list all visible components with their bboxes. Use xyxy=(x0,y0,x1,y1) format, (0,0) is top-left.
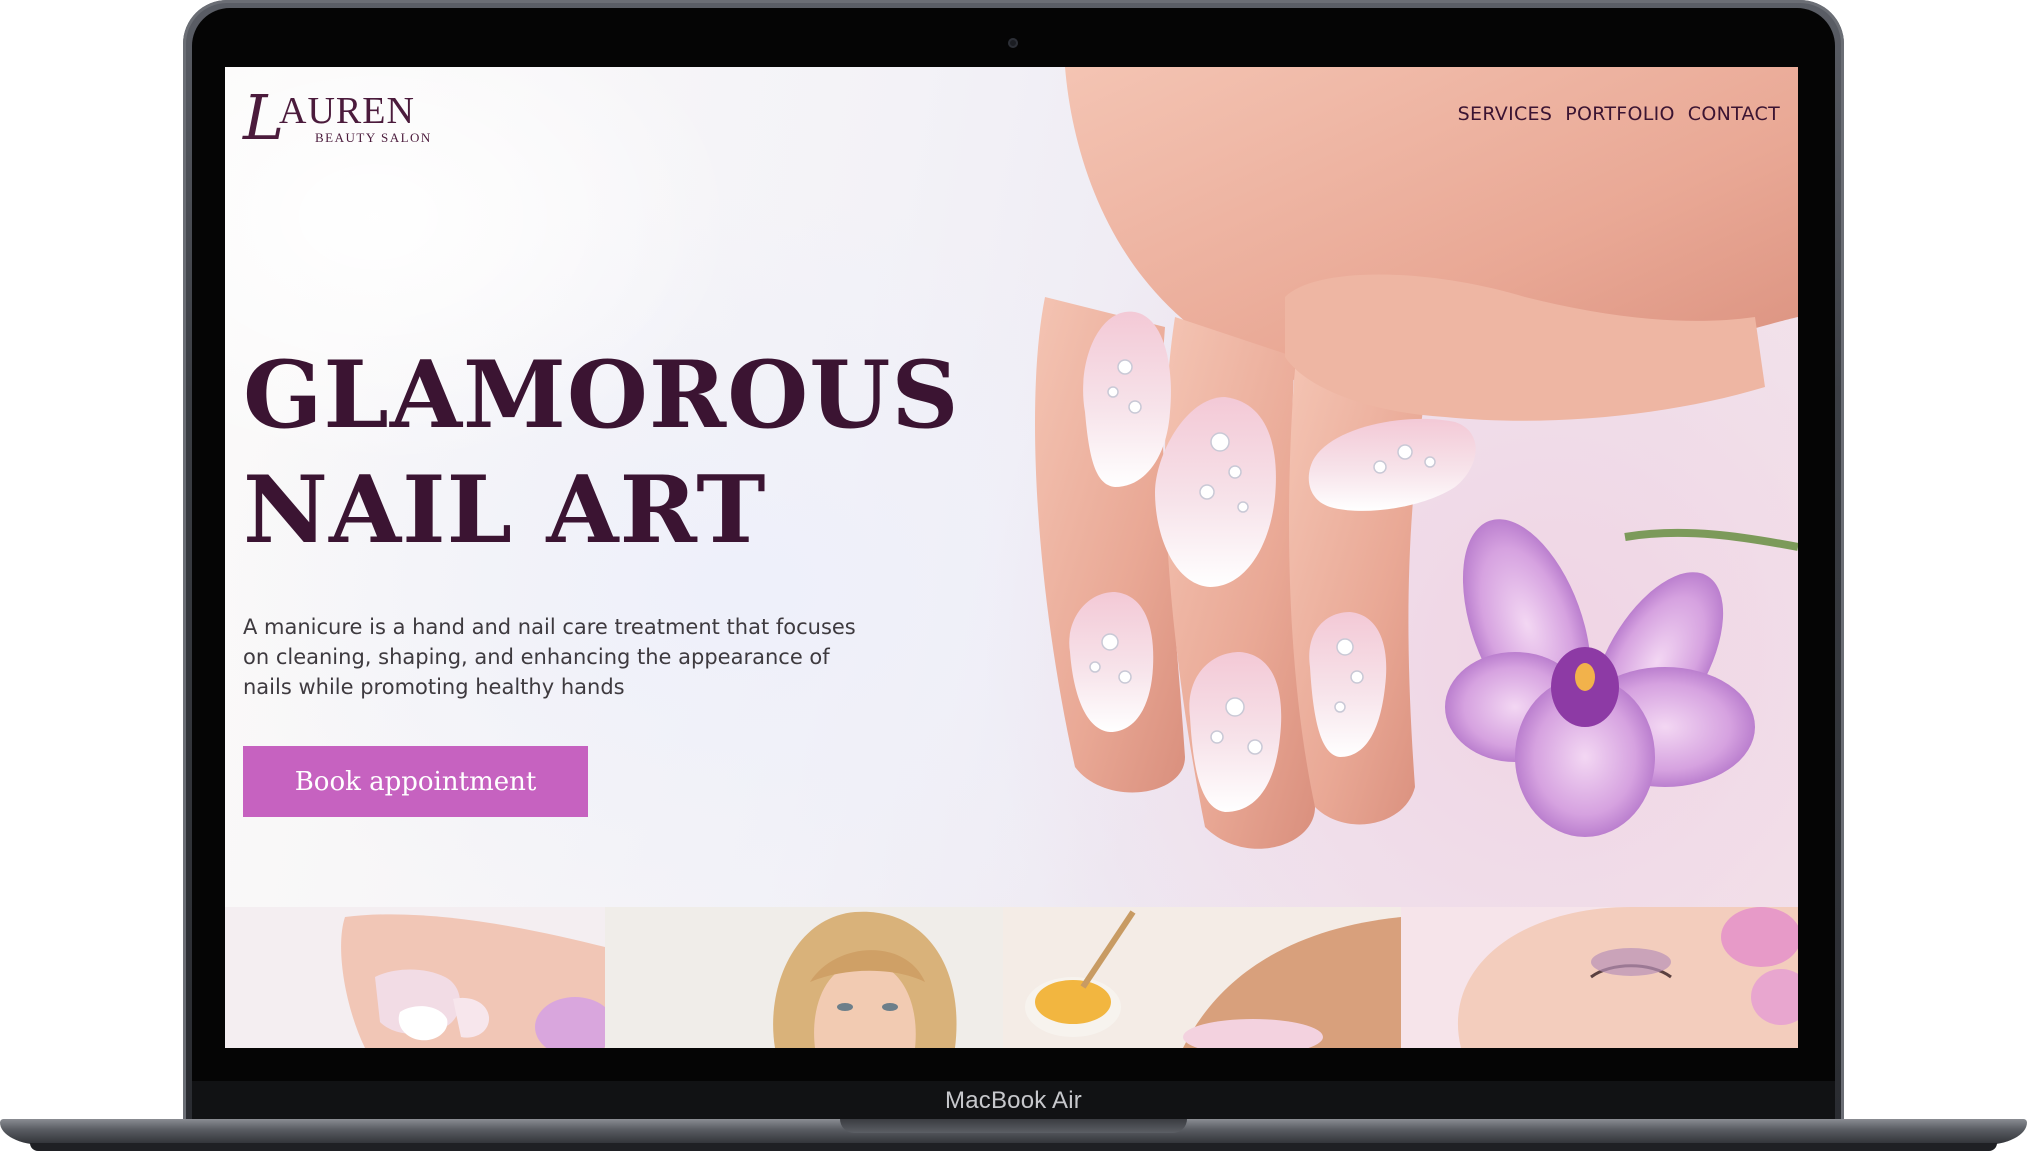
gallery-manicure[interactable] xyxy=(225,907,605,1048)
laptop-hinge-notch xyxy=(840,1119,1187,1133)
makeup-photo-icon xyxy=(1401,907,1798,1048)
manicure-photo-icon xyxy=(341,914,605,1048)
logo-name: AUREN xyxy=(279,90,415,132)
salon-logo[interactable]: L AUREN BEAUTY SALON xyxy=(243,83,453,153)
gallery-makeup[interactable] xyxy=(1401,907,1798,1048)
hero-title: GLAMOROUS NAIL ART xyxy=(243,337,960,567)
laptop-frame: MacBook Air L AUREN BEAUTY SALON SERVICE… xyxy=(0,0,2027,1164)
main-nav: SERVICES PORTFOLIO CONTACT xyxy=(1458,103,1780,125)
gallery-hair[interactable] xyxy=(605,907,1003,1048)
camera-icon xyxy=(1008,38,1018,48)
services-gallery xyxy=(225,907,1798,1048)
laptop-base-shadow xyxy=(30,1143,1997,1151)
gallery-honey-spa[interactable] xyxy=(1003,907,1401,1048)
hair-photo-icon xyxy=(605,907,1003,1048)
hero-title-line-1: GLAMOROUS xyxy=(243,340,960,449)
website-screen: L AUREN BEAUTY SALON SERVICES PORTFOLIO … xyxy=(225,67,1798,1048)
nav-contact[interactable]: CONTACT xyxy=(1688,103,1780,125)
hero-description: A manicure is a hand and nail care treat… xyxy=(243,615,856,699)
hero-title-line-2: NAIL ART xyxy=(243,455,767,564)
book-appointment-button[interactable]: Book appointment xyxy=(243,746,588,817)
nav-portfolio[interactable]: PORTFOLIO xyxy=(1565,103,1675,125)
nav-services[interactable]: SERVICES xyxy=(1458,103,1553,125)
device-label: MacBook Air xyxy=(945,1087,1082,1114)
honey-spa-photo-icon xyxy=(1003,907,1401,1048)
logo-initial: L xyxy=(243,81,285,154)
logo-tagline: BEAUTY SALON xyxy=(315,130,432,145)
site-header: L AUREN BEAUTY SALON SERVICES PORTFOLIO … xyxy=(225,67,1798,177)
hero-section: L AUREN BEAUTY SALON SERVICES PORTFOLIO … xyxy=(225,67,1798,907)
hand-illustration xyxy=(985,67,1798,907)
nail-art-hero-image xyxy=(985,67,1798,907)
